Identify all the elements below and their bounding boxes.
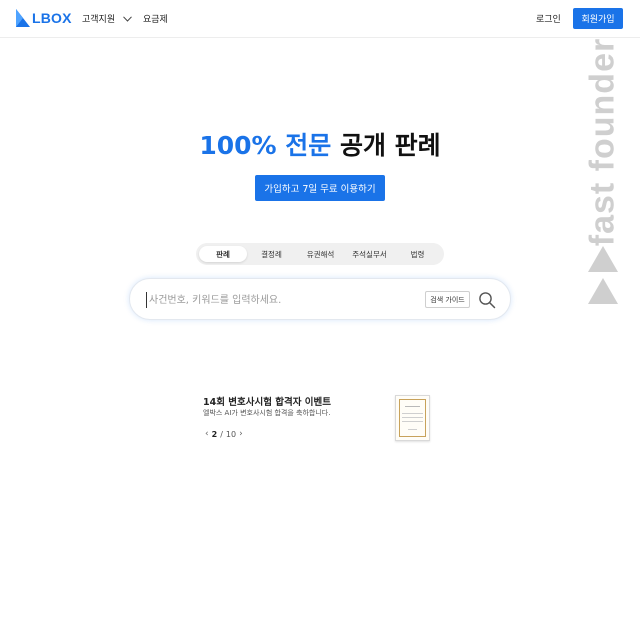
search-box: 검색 가이드 [129,278,511,320]
chevron-right-icon[interactable]: › [239,429,243,439]
hero-title-accent: 100% 전문 [199,131,332,160]
event-banner-title[interactable]: 14회 변호사시험 합격자 이벤트 [203,394,331,408]
free-trial-button[interactable]: 가입하고 7일 무료 이용하기 [255,175,385,201]
tab-label: 결정례 [261,249,282,259]
certificate-line [402,413,423,414]
lbox-logo-icon [16,9,30,27]
nav-customer-support[interactable]: 고객지원 [82,12,132,25]
tab-precedents[interactable]: 판례 [199,246,247,262]
tab-decisions[interactable]: 결정례 [247,246,296,262]
nav-pricing[interactable]: 요금제 [143,12,168,25]
search-guide-button[interactable]: 검색 가이드 [425,291,470,308]
certificate-line [408,429,417,430]
event-banner-subtitle: 엘박스 AI가 변호사시험 합격을 축하합니다. [203,409,331,417]
certificate-line [405,406,420,407]
tab-statutes[interactable]: 법령 [394,246,441,262]
nav-customer-support-label: 고객지원 [82,15,116,25]
logo-text: LBOX [32,10,72,26]
watermark-triangle-icon [588,278,618,304]
chevron-down-icon [123,15,132,22]
search-input[interactable] [146,292,416,308]
nav-pricing-label: 요금제 [143,15,168,25]
watermark-triangle-icon [588,246,618,272]
top-navigation-bar: LBOX 고객지원 요금제 로그인 회원가입 [0,0,640,38]
banner-pager: ‹ 2 / 10 › [205,429,243,439]
tab-interpretations[interactable]: 유권해석 [296,246,345,262]
tab-label: 유권해석 [306,249,335,259]
search-guide-button-label: 검색 가이드 [430,295,465,304]
hero-title-rest: 공개 판례 [331,131,441,160]
chevron-left-icon[interactable]: ‹ [205,429,209,439]
pager-separator: / [220,429,223,439]
lbox-logo[interactable]: LBOX [16,9,72,27]
pager-total: 10 [225,429,237,439]
certificate-line [402,417,423,418]
pager-current: 2 [211,429,218,439]
certificate-border [399,399,426,437]
login-link[interactable]: 로그인 [536,12,561,25]
tab-label: 법령 [410,249,425,259]
tab-commentaries[interactable]: 주석실무서 [345,246,394,262]
certificate-illustration [395,395,430,441]
search-icon[interactable] [478,291,496,309]
tab-label: 판례 [216,249,230,259]
tab-label: 주석실무서 [352,249,387,259]
certificate-line [402,421,423,422]
search-category-tabs: 판례 결정례 유권해석 주석실무서 법령 [196,243,444,265]
free-trial-button-label: 가입하고 7일 무료 이용하기 [264,184,376,195]
hero-title: 100% 전문 공개 판례 [0,126,640,162]
